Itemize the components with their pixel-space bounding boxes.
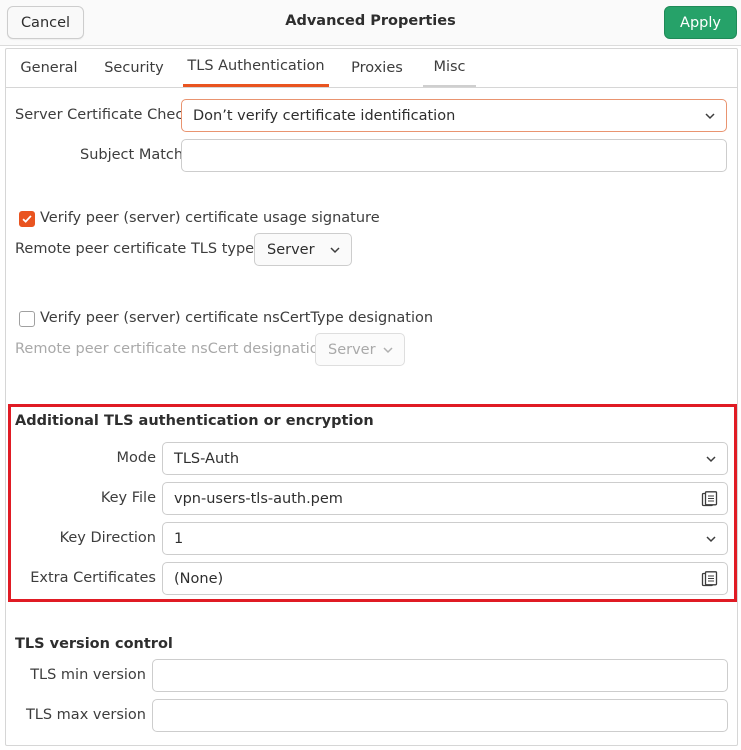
extra-certs-label: Extra Certificates <box>30 570 156 586</box>
subject-match-input[interactable] <box>181 139 727 172</box>
chevron-down-icon <box>330 247 340 254</box>
chevron-down-icon <box>705 113 715 120</box>
nscert-designation-value: Server <box>328 341 376 358</box>
additional-tls-title: Additional TLS authentication or encrypt… <box>15 413 374 429</box>
server-cert-check-value: Don’t verify certificate identification <box>193 107 456 124</box>
tls-type-value: Server <box>267 241 315 258</box>
extra-certs-value: (None) <box>174 570 224 587</box>
nscert-designation-label: Remote peer certificate nsCert designati… <box>15 341 328 357</box>
file-chooser-icon[interactable] <box>701 571 718 588</box>
mode-combo[interactable]: TLS-Auth <box>162 442 728 475</box>
server-cert-check-combo[interactable]: Don’t verify certificate identification <box>181 99 727 132</box>
server-cert-check-label: Server Certificate Check <box>15 107 192 123</box>
tab-tls-authentication[interactable]: TLS Authentication <box>183 48 329 87</box>
tls-min-label: TLS min version <box>30 667 146 683</box>
file-chooser-icon[interactable] <box>701 491 718 508</box>
key-direction-combo[interactable]: 1 <box>162 522 728 555</box>
key-file-chooser[interactable]: vpn-users-tls-auth.pem <box>162 482 728 515</box>
key-file-label: Key File <box>100 490 156 506</box>
tls-min-input[interactable] <box>152 659 728 692</box>
chevron-down-icon <box>706 536 716 543</box>
apply-button[interactable]: Apply <box>664 6 737 39</box>
key-direction-label: Key Direction <box>59 530 156 546</box>
check-icon <box>22 215 32 223</box>
tls-version-title: TLS version control <box>15 636 173 652</box>
key-file-value: vpn-users-tls-auth.pem <box>174 490 343 507</box>
tls-max-input[interactable] <box>152 699 728 732</box>
nscert-designation-combo: Server <box>315 333 405 366</box>
verify-nscert-label[interactable]: Verify peer (server) certificate nsCertT… <box>40 310 433 326</box>
mode-value: TLS-Auth <box>174 450 240 467</box>
subject-match-label: Subject Match <box>80 147 184 163</box>
verify-usage-label[interactable]: Verify peer (server) certificate usage s… <box>40 210 380 226</box>
tls-max-label: TLS max version <box>25 707 146 723</box>
tab-proxies[interactable]: Proxies <box>339 48 415 87</box>
verify-nscert-checkbox[interactable] <box>19 311 35 327</box>
tab-bar: General Security TLS Authentication Prox… <box>5 48 738 88</box>
chevron-down-icon <box>383 347 393 354</box>
extra-certs-chooser[interactable]: (None) <box>162 562 728 595</box>
verify-usage-checkbox[interactable] <box>19 211 35 227</box>
tls-type-combo[interactable]: Server <box>254 233 352 266</box>
window-title: Advanced Properties <box>285 13 456 29</box>
tls-type-label: Remote peer certificate TLS type <box>15 241 255 257</box>
tab-misc[interactable]: Misc <box>423 48 476 87</box>
tab-security[interactable]: Security <box>96 48 172 87</box>
tab-general[interactable]: General <box>11 48 87 87</box>
mode-label: Mode <box>116 450 156 466</box>
key-direction-value: 1 <box>174 530 184 547</box>
chevron-down-icon <box>706 456 716 463</box>
